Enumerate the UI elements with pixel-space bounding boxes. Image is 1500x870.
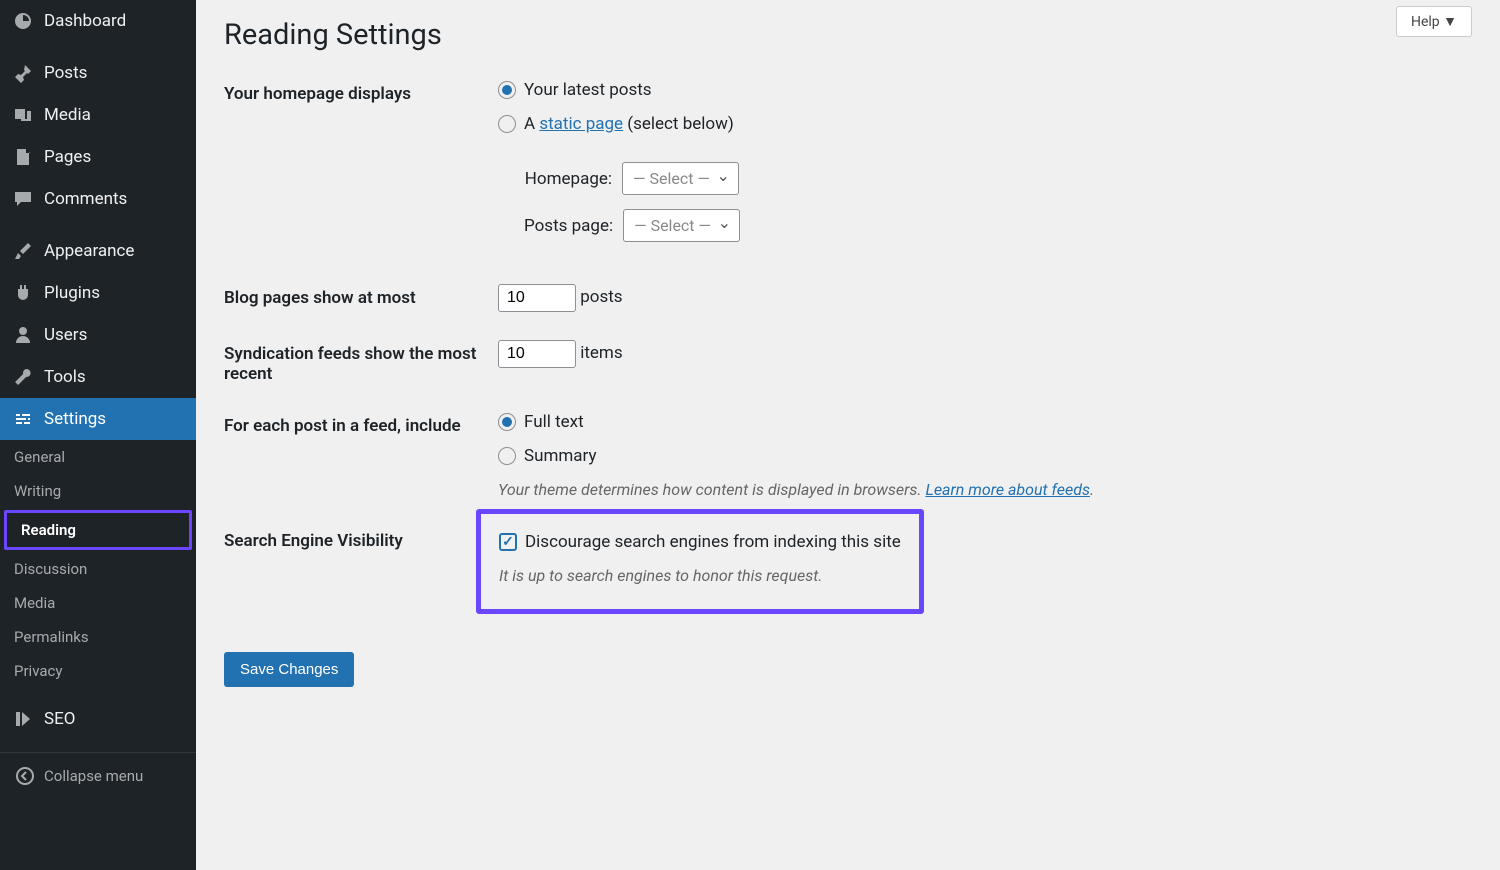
- help-tab[interactable]: Help ▼: [1396, 6, 1472, 37]
- blogpages-input[interactable]: [498, 284, 576, 312]
- seo-icon: [12, 708, 34, 730]
- collapse-icon: [14, 765, 36, 787]
- sidebar-item-comments[interactable]: Comments: [0, 178, 196, 220]
- wrench-icon: [12, 366, 34, 388]
- page-icon: [12, 146, 34, 168]
- homepage-select-label: Homepage:: [524, 169, 612, 189]
- sidebar-sub-reading[interactable]: Reading: [4, 510, 192, 550]
- discourage-checkbox-row[interactable]: Discourage search engines from indexing …: [499, 532, 901, 552]
- radio-latest-posts[interactable]: Your latest posts: [498, 80, 1472, 100]
- radio-icon: [498, 81, 516, 99]
- collapse-menu[interactable]: Collapse menu: [0, 752, 196, 799]
- radio-icon: [498, 115, 516, 133]
- syndication-input[interactable]: [498, 340, 576, 368]
- radio-icon: [498, 447, 516, 465]
- sidebar-sub-media[interactable]: Media: [0, 586, 196, 620]
- blogpages-label: Blog pages show at most: [224, 284, 498, 312]
- sidebar-item-appearance[interactable]: Appearance: [0, 230, 196, 272]
- radio-summary[interactable]: Summary: [498, 446, 1472, 466]
- sidebar-item-pages[interactable]: Pages: [0, 136, 196, 178]
- radio-fulltext[interactable]: Full text: [498, 412, 1472, 432]
- main-content: Help ▼ Reading Settings Your homepage di…: [196, 0, 1500, 870]
- sidebar-item-seo[interactable]: SEO: [0, 698, 196, 740]
- page-title: Reading Settings: [224, 18, 1472, 52]
- visibility-note: It is up to search engines to honor this…: [499, 566, 901, 585]
- sidebar-item-media[interactable]: Media: [0, 94, 196, 136]
- sliders-icon: [12, 408, 34, 430]
- sidebar-sub-discussion[interactable]: Discussion: [0, 552, 196, 586]
- radio-icon: [498, 413, 516, 431]
- sidebar-item-dashboard[interactable]: Dashboard: [0, 0, 196, 42]
- static-page-link[interactable]: static page: [539, 114, 623, 134]
- comment-icon: [12, 188, 34, 210]
- sidebar-sub-writing[interactable]: Writing: [0, 474, 196, 508]
- sidebar-item-users[interactable]: Users: [0, 314, 196, 356]
- sidebar-sub-permalinks[interactable]: Permalinks: [0, 620, 196, 654]
- save-changes-button[interactable]: Save Changes: [224, 652, 354, 687]
- visibility-highlight: Discourage search engines from indexing …: [476, 509, 924, 614]
- postspage-select[interactable]: — Select —: [623, 209, 740, 242]
- sidebar-sub-general[interactable]: General: [0, 440, 196, 474]
- dashboard-icon: [12, 10, 34, 32]
- checkbox-icon: [499, 533, 517, 551]
- visibility-label: Search Engine Visibility: [224, 527, 498, 614]
- sidebar-item-tools[interactable]: Tools: [0, 356, 196, 398]
- sidebar-sub-privacy[interactable]: Privacy: [0, 654, 196, 688]
- homepage-select[interactable]: — Select —: [622, 162, 739, 195]
- feed-desc: Your theme determines how content is dis…: [498, 480, 925, 499]
- plug-icon: [12, 282, 34, 304]
- sidebar-item-plugins[interactable]: Plugins: [0, 272, 196, 314]
- admin-sidebar: Dashboard Posts Media Pages Comments App…: [0, 0, 196, 870]
- media-icon: [12, 104, 34, 126]
- blogpages-unit: posts: [580, 287, 622, 307]
- feed-label: For each post in a feed, include: [224, 412, 498, 499]
- brush-icon: [12, 240, 34, 262]
- user-icon: [12, 324, 34, 346]
- syndication-label: Syndication feeds show the most recent: [224, 340, 498, 384]
- syndication-unit: items: [580, 343, 622, 363]
- learn-more-feeds-link[interactable]: Learn more about feeds: [925, 480, 1090, 499]
- postspage-select-label: Posts page:: [524, 216, 613, 236]
- pin-icon: [12, 62, 34, 84]
- sidebar-item-settings[interactable]: Settings: [0, 398, 196, 440]
- radio-static-page[interactable]: A static page (select below): [498, 114, 1472, 134]
- sidebar-item-posts[interactable]: Posts: [0, 52, 196, 94]
- homepage-displays-label: Your homepage displays: [224, 80, 498, 256]
